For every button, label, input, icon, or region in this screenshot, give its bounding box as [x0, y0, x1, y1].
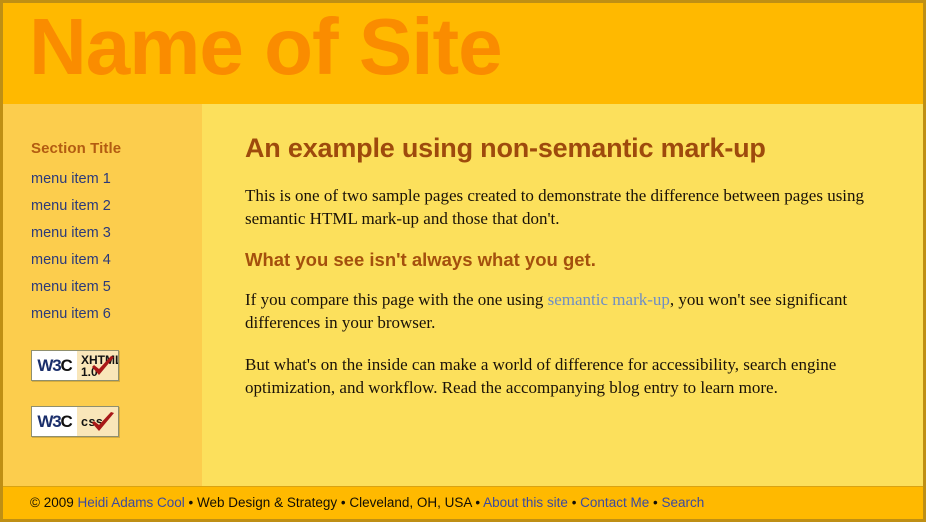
list-item: menu item 3	[31, 220, 202, 247]
sidebar-section-title: Section Title	[31, 140, 122, 157]
search-link[interactable]: Search	[661, 495, 704, 510]
page-root: Name of Site Section Title menu item 1 m…	[0, 0, 926, 522]
closing-paragraph: But what's on the inside can make a worl…	[245, 355, 837, 397]
list-item: menu item 6	[31, 301, 202, 328]
xhtml-validation-badge[interactable]: W3C XHTML 1.0	[31, 350, 119, 381]
w3c-logo-icon: W3C	[32, 407, 77, 436]
page-title: Name of Site	[29, 3, 503, 91]
copyright-text: © 2009	[30, 495, 78, 510]
sidebar-item-menu-item-3[interactable]: menu item 3	[31, 220, 202, 247]
sidebar-item-menu-item-5[interactable]: menu item 5	[31, 274, 202, 301]
comparison-text-before: If you compare this page with the one us…	[245, 290, 548, 309]
list-item: menu item 2	[31, 193, 202, 220]
content-area: Section Title menu item 1 menu item 2 me…	[3, 104, 923, 486]
tagline-text: Web Design & Strategy	[197, 495, 338, 510]
w3c-logo-icon: W3C	[32, 351, 77, 380]
main-heading: An example using non-semantic mark-up	[245, 133, 766, 163]
contact-me-link[interactable]: Contact Me	[580, 495, 649, 510]
css-validation-badge[interactable]: W3C css	[31, 406, 119, 437]
validation-badges: W3C XHTML 1.0 W3C css	[31, 350, 202, 437]
list-item: menu item 1	[31, 166, 202, 193]
xhtml-badge-body: XHTML 1.0	[77, 351, 118, 380]
list-item: menu item 5	[31, 274, 202, 301]
sidebar-item-menu-item-6[interactable]: menu item 6	[31, 301, 202, 328]
sidebar: Section Title menu item 1 menu item 2 me…	[3, 104, 202, 486]
separator: •	[184, 495, 198, 510]
separator: •	[567, 495, 581, 510]
semantic-markup-link[interactable]: semantic mark-up	[548, 290, 670, 309]
comparison-paragraph: If you compare this page with the one us…	[245, 288, 893, 334]
check-icon	[92, 356, 114, 375]
sub-heading: What you see isn't always what you get.	[245, 249, 596, 270]
footer-text: © 2009 Heidi Adams Cool • Web Design & S…	[30, 495, 704, 511]
separator: •	[649, 495, 662, 510]
sidebar-menu: menu item 1 menu item 2 menu item 3 menu…	[31, 166, 202, 328]
intro-paragraph: This is one of two sample pages created …	[245, 186, 865, 228]
css-badge-body: css	[77, 407, 118, 436]
separator: •	[471, 495, 484, 510]
sidebar-item-menu-item-1[interactable]: menu item 1	[31, 166, 202, 193]
author-link[interactable]: Heidi Adams Cool	[77, 495, 184, 510]
location-text: Cleveland, OH, USA	[349, 495, 472, 510]
site-footer: © 2009 Heidi Adams Cool • Web Design & S…	[3, 486, 923, 519]
sidebar-item-menu-item-2[interactable]: menu item 2	[31, 193, 202, 220]
main-content: An example using non-semantic mark-up Th…	[202, 104, 923, 486]
list-item: menu item 4	[31, 247, 202, 274]
check-icon	[92, 412, 114, 431]
about-this-site-link[interactable]: About this site	[483, 495, 568, 510]
sidebar-item-menu-item-4[interactable]: menu item 4	[31, 247, 202, 274]
site-header: Name of Site	[3, 3, 923, 104]
separator: •	[337, 495, 350, 510]
